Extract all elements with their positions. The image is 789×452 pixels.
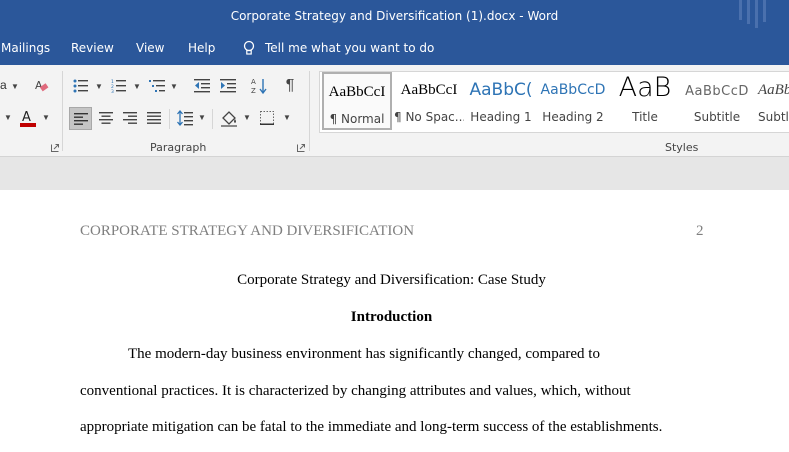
clear-formatting-button[interactable]: A	[32, 76, 52, 96]
style-name: ¶ No Spac...	[394, 110, 464, 124]
tab-view[interactable]: View	[136, 41, 164, 55]
paragraph-line: conventional practices. It is characteri…	[80, 383, 631, 399]
increase-indent-button[interactable]	[219, 77, 237, 95]
tell-me-text: Tell me what you want to do	[265, 41, 435, 55]
decrease-indent-icon	[194, 79, 210, 93]
font-name-dropdown-icon[interactable]: ▼	[11, 82, 19, 91]
multilevel-list-button[interactable]	[148, 77, 166, 95]
lightbulb-icon	[243, 40, 255, 55]
svg-text:A: A	[251, 78, 256, 86]
style-normal[interactable]: AaBbCcI ¶ Normal	[322, 72, 392, 130]
document-canvas-top	[0, 157, 789, 190]
borders-button[interactable]	[258, 108, 276, 128]
style-sample: AaBbCcI	[400, 82, 458, 98]
ribbon-tabs: Mailings Review View Help Tell me what y…	[0, 32, 789, 65]
style-no-spacing[interactable]: AaBbCcI ¶ No Spac...	[394, 72, 464, 130]
borders-icon	[260, 111, 274, 125]
style-heading-1[interactable]: AaBbC( Heading 1	[466, 72, 536, 130]
style-sample: AaBbC(	[469, 80, 533, 100]
bullets-button[interactable]	[72, 77, 90, 95]
style-subtitle[interactable]: AaBbCcD Subtitle	[682, 72, 752, 130]
paragraph-group-label: Paragraph	[150, 141, 207, 154]
font-dialog-launcher-icon[interactable]	[51, 144, 59, 152]
style-sample: AaBbCcD	[685, 84, 749, 99]
paragraph-line: The modern-day business environment has …	[128, 346, 600, 362]
style-title[interactable]: AaB Title	[610, 72, 680, 130]
window-title: Corporate Strategy and Diversification (…	[230, 9, 559, 23]
increase-indent-icon	[220, 79, 236, 93]
page-number: 2	[696, 223, 704, 239]
bullets-dropdown-icon[interactable]: ▼	[95, 82, 103, 91]
ribbon: a ▼ A ▼ A ▼ ▼ 1 2 3 ▼ ▼ A Z ¶ ▼ ▼ ▼ Para…	[0, 65, 789, 157]
numbering-icon: 1 2 3	[111, 79, 126, 93]
font-color-icon: A	[20, 110, 36, 127]
paint-bucket-icon	[221, 111, 237, 127]
numbering-dropdown-icon[interactable]: ▼	[133, 82, 141, 91]
style-sample: AaB	[618, 72, 672, 103]
svg-text:Z: Z	[251, 87, 256, 95]
multilevel-dropdown-icon[interactable]: ▼	[170, 82, 178, 91]
svg-text:3: 3	[111, 89, 114, 93]
borders-dropdown-icon[interactable]: ▼	[283, 113, 291, 122]
styles-gallery: AaBbCcI ¶ Normal AaBbCcI ¶ No Spac... Aa…	[319, 71, 789, 133]
style-name: Title	[632, 110, 658, 124]
style-name: Subtitle	[693, 110, 741, 124]
inline-separator	[169, 109, 170, 129]
align-center-button[interactable]	[96, 108, 116, 128]
eraser-icon: A	[35, 79, 49, 92]
style-subtle[interactable]: AaBbL Subtle	[754, 72, 789, 130]
title-bar: Corporate Strategy and Diversification (…	[0, 0, 789, 32]
section-heading: Introduction	[350, 309, 433, 325]
pilcrow-icon: ¶	[285, 77, 295, 94]
shading-dropdown-icon[interactable]: ▼	[243, 113, 251, 122]
tab-review[interactable]: Review	[71, 41, 114, 55]
decrease-indent-button[interactable]	[193, 77, 211, 95]
highlight-dropdown-icon[interactable]: ▼	[4, 113, 12, 122]
paragraph-line: appropriate mitigation can be fatal to t…	[80, 419, 663, 435]
show-formatting-button[interactable]: ¶	[281, 76, 299, 96]
document-title: Corporate Strategy and Diversification: …	[237, 272, 546, 288]
group-separator	[309, 71, 310, 151]
multilevel-list-icon	[149, 80, 165, 92]
style-name: Heading 1	[470, 110, 532, 124]
font-color-button[interactable]: A	[17, 107, 39, 129]
window-decoration-icon	[739, 0, 766, 28]
align-center-icon	[99, 112, 113, 124]
paragraph-dialog-launcher-icon[interactable]	[297, 144, 305, 152]
group-separator	[62, 71, 63, 151]
align-right-button[interactable]	[120, 108, 140, 128]
tab-help[interactable]: Help	[188, 41, 215, 55]
styles-group-label: Styles	[665, 141, 699, 154]
align-left-button[interactable]	[69, 107, 92, 130]
svg-text:A: A	[22, 110, 31, 125]
style-heading-2[interactable]: AaBbCcD Heading 2	[538, 72, 608, 130]
font-color-dropdown-icon[interactable]: ▼	[42, 113, 50, 122]
sort-icon: A Z	[251, 78, 267, 95]
tab-mailings[interactable]: Mailings	[1, 41, 50, 55]
style-sample: AaBbCcD	[540, 82, 606, 98]
justify-button[interactable]	[144, 108, 164, 128]
align-right-icon	[123, 112, 137, 124]
font-name-fragment[interactable]: a	[0, 78, 7, 92]
running-header: CORPORATE STRATEGY AND DIVERSIFICATION	[80, 223, 415, 239]
bullets-icon	[73, 79, 88, 93]
style-name: Heading 2	[542, 110, 604, 124]
inline-separator	[212, 109, 213, 129]
style-name: ¶ Normal	[329, 112, 385, 126]
justify-icon	[147, 112, 161, 124]
tell-me-box[interactable]: Tell me what you want to do	[243, 40, 434, 56]
document-page[interactable]: CORPORATE STRATEGY AND DIVERSIFICATION 2…	[0, 190, 789, 452]
line-spacing-icon	[177, 110, 193, 126]
align-left-icon	[73, 112, 88, 125]
sort-button[interactable]: A Z	[250, 75, 268, 97]
style-name: Subtle	[758, 110, 789, 124]
line-spacing-button[interactable]	[175, 107, 195, 129]
numbering-button[interactable]: 1 2 3	[110, 77, 128, 95]
style-sample: AaBbCcI	[328, 84, 386, 100]
style-sample: AaBbL	[758, 82, 789, 98]
shading-button[interactable]	[219, 107, 239, 129]
line-spacing-dropdown-icon[interactable]: ▼	[198, 113, 206, 122]
